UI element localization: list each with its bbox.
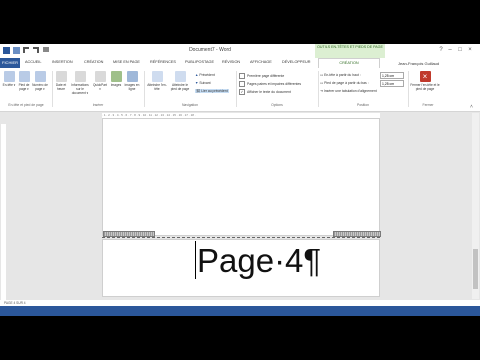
ribbon-tabs: FICHIER ACCUEIL INSERTION CRÉATION MISE … [0,58,480,68]
option-odd-even[interactable]: Pages paires et impaires différentes [239,81,301,87]
goto-footer-icon [174,71,186,82]
document-page[interactable]: Pied de page [102,118,381,246]
page-number-icon [34,71,46,82]
footer-position-label: ▭ Pied de page à partir du bas : [320,81,369,85]
goto-header-button[interactable]: Atteindre l'en-tête [146,71,168,91]
insert-alignment-tab-button[interactable]: ⇥ Insérer une tabulation d'alignement [320,89,377,93]
word-window: Document7 - Word OUTILS EN-TÊTES ET PIED… [0,44,480,316]
ribbon-panel: En-tête ▾ Pied de page ▾ Numéro de page … [0,68,480,112]
collapse-ribbon-icon[interactable]: ˄ [470,104,473,110]
page-text[interactable]: Page·4¶ [197,242,321,280]
previous-button[interactable]: ▲ Précédent [195,73,215,77]
quickpart-button[interactable]: QuickPart ▾ [92,71,108,91]
online-images-button[interactable]: Images en ligne [124,71,140,91]
quickpart-icon [94,71,106,82]
checkbox-icon[interactable] [239,73,245,79]
document-page[interactable]: Page·4¶ [102,239,380,297]
group-insert: Insérer [92,103,104,107]
group-separator [408,71,409,107]
header-icon [3,71,15,82]
tab-mise-en-page[interactable]: MISE EN PAGE [113,60,140,64]
tab-revision[interactable]: RÉVISION [222,60,240,64]
page-status[interactable]: PAGE 4 SUR 4 [0,301,26,305]
footer-position-input[interactable]: 1,25 cm [380,80,404,87]
tab-insertion[interactable]: INSERTION [52,60,73,64]
minimize-icon[interactable]: – [446,46,454,54]
group-separator [144,71,145,107]
images-button[interactable]: Images [108,71,124,87]
doc-info-button[interactable]: Informations sur le document ▾ [70,71,90,95]
tab-affichage[interactable]: AFFICHAGE [250,60,272,64]
user-name[interactable]: Jean-François Guillaud [398,61,439,66]
checkbox-checked-icon[interactable]: ✓ [239,89,245,95]
image-icon [110,71,122,82]
text-cursor [195,241,196,279]
group-separator [318,71,319,107]
group-position: Position [356,103,370,107]
link-previous-button[interactable]: ⛓ Lier au précédent [195,89,229,93]
redo-icon[interactable] [33,47,39,53]
maximize-icon[interactable]: □ [456,46,464,54]
option-first-page[interactable]: Première page différente [239,73,284,79]
online-image-icon [126,71,138,82]
group-navigation: Navigation [181,103,199,107]
context-banner: OUTILS EN-TÊTES ET PIEDS DE PAGE [315,44,385,58]
tab-fichier[interactable]: FICHIER [0,58,20,68]
save-icon[interactable] [13,47,20,54]
footer-button[interactable]: Pied de page ▾ [16,71,32,91]
tab-developpeur[interactable]: DÉVELOPPEUR [282,60,311,64]
close-header-footer-button[interactable]: × Fermer l'en-tête et le pied de page [410,71,440,91]
scrollbar-thumb[interactable] [473,249,478,289]
close-red-icon: × [419,71,431,82]
page-break-line [102,237,380,238]
title-bar: Document7 - Word OUTILS EN-TÊTES ET PIED… [0,44,480,58]
tab-publipostage[interactable]: PUBLIPOSTAGE [185,60,214,64]
help-icon[interactable]: ? [437,46,445,54]
footer-icon [18,71,30,82]
group-header-footer: En-tête et pied de page [8,103,44,107]
header-position-input[interactable]: 1,25 cm [380,72,404,79]
tab-context-creation[interactable]: CRÉATION [318,58,380,68]
goto-footer-button[interactable]: Atteindre le pied de page [169,71,191,91]
group-close: Fermer [422,103,434,107]
header-button[interactable]: En-tête ▾ [1,71,17,87]
vertical-ruler[interactable] [1,124,6,304]
header-position-label: ▭ En-tête à partir du haut : [320,73,361,77]
group-options: Options [271,103,283,107]
page-number-button[interactable]: Numéro de page ▾ [32,71,48,91]
window-title: Document7 - Word [189,47,231,53]
tab-creation[interactable]: CRÉATION [84,60,103,64]
date-time-button[interactable]: Date et heure [53,71,69,91]
tab-accueil[interactable]: ACCUEIL [25,60,41,64]
goto-header-icon [151,71,163,82]
doc-info-icon [74,71,86,82]
next-button[interactable]: ▼ Suivant [195,81,211,85]
calendar-icon [55,71,67,82]
word-logo-icon [3,47,10,54]
close-icon[interactable]: × [466,46,474,54]
print-icon[interactable] [43,47,49,52]
checkbox-icon[interactable] [239,81,245,87]
tab-references[interactable]: RÉFÉRENCES [150,60,176,64]
group-separator [236,71,237,107]
undo-icon[interactable] [23,47,29,53]
option-show-text[interactable]: ✓ Afficher le texte du document [239,89,291,95]
status-bar-bottom [0,306,480,316]
